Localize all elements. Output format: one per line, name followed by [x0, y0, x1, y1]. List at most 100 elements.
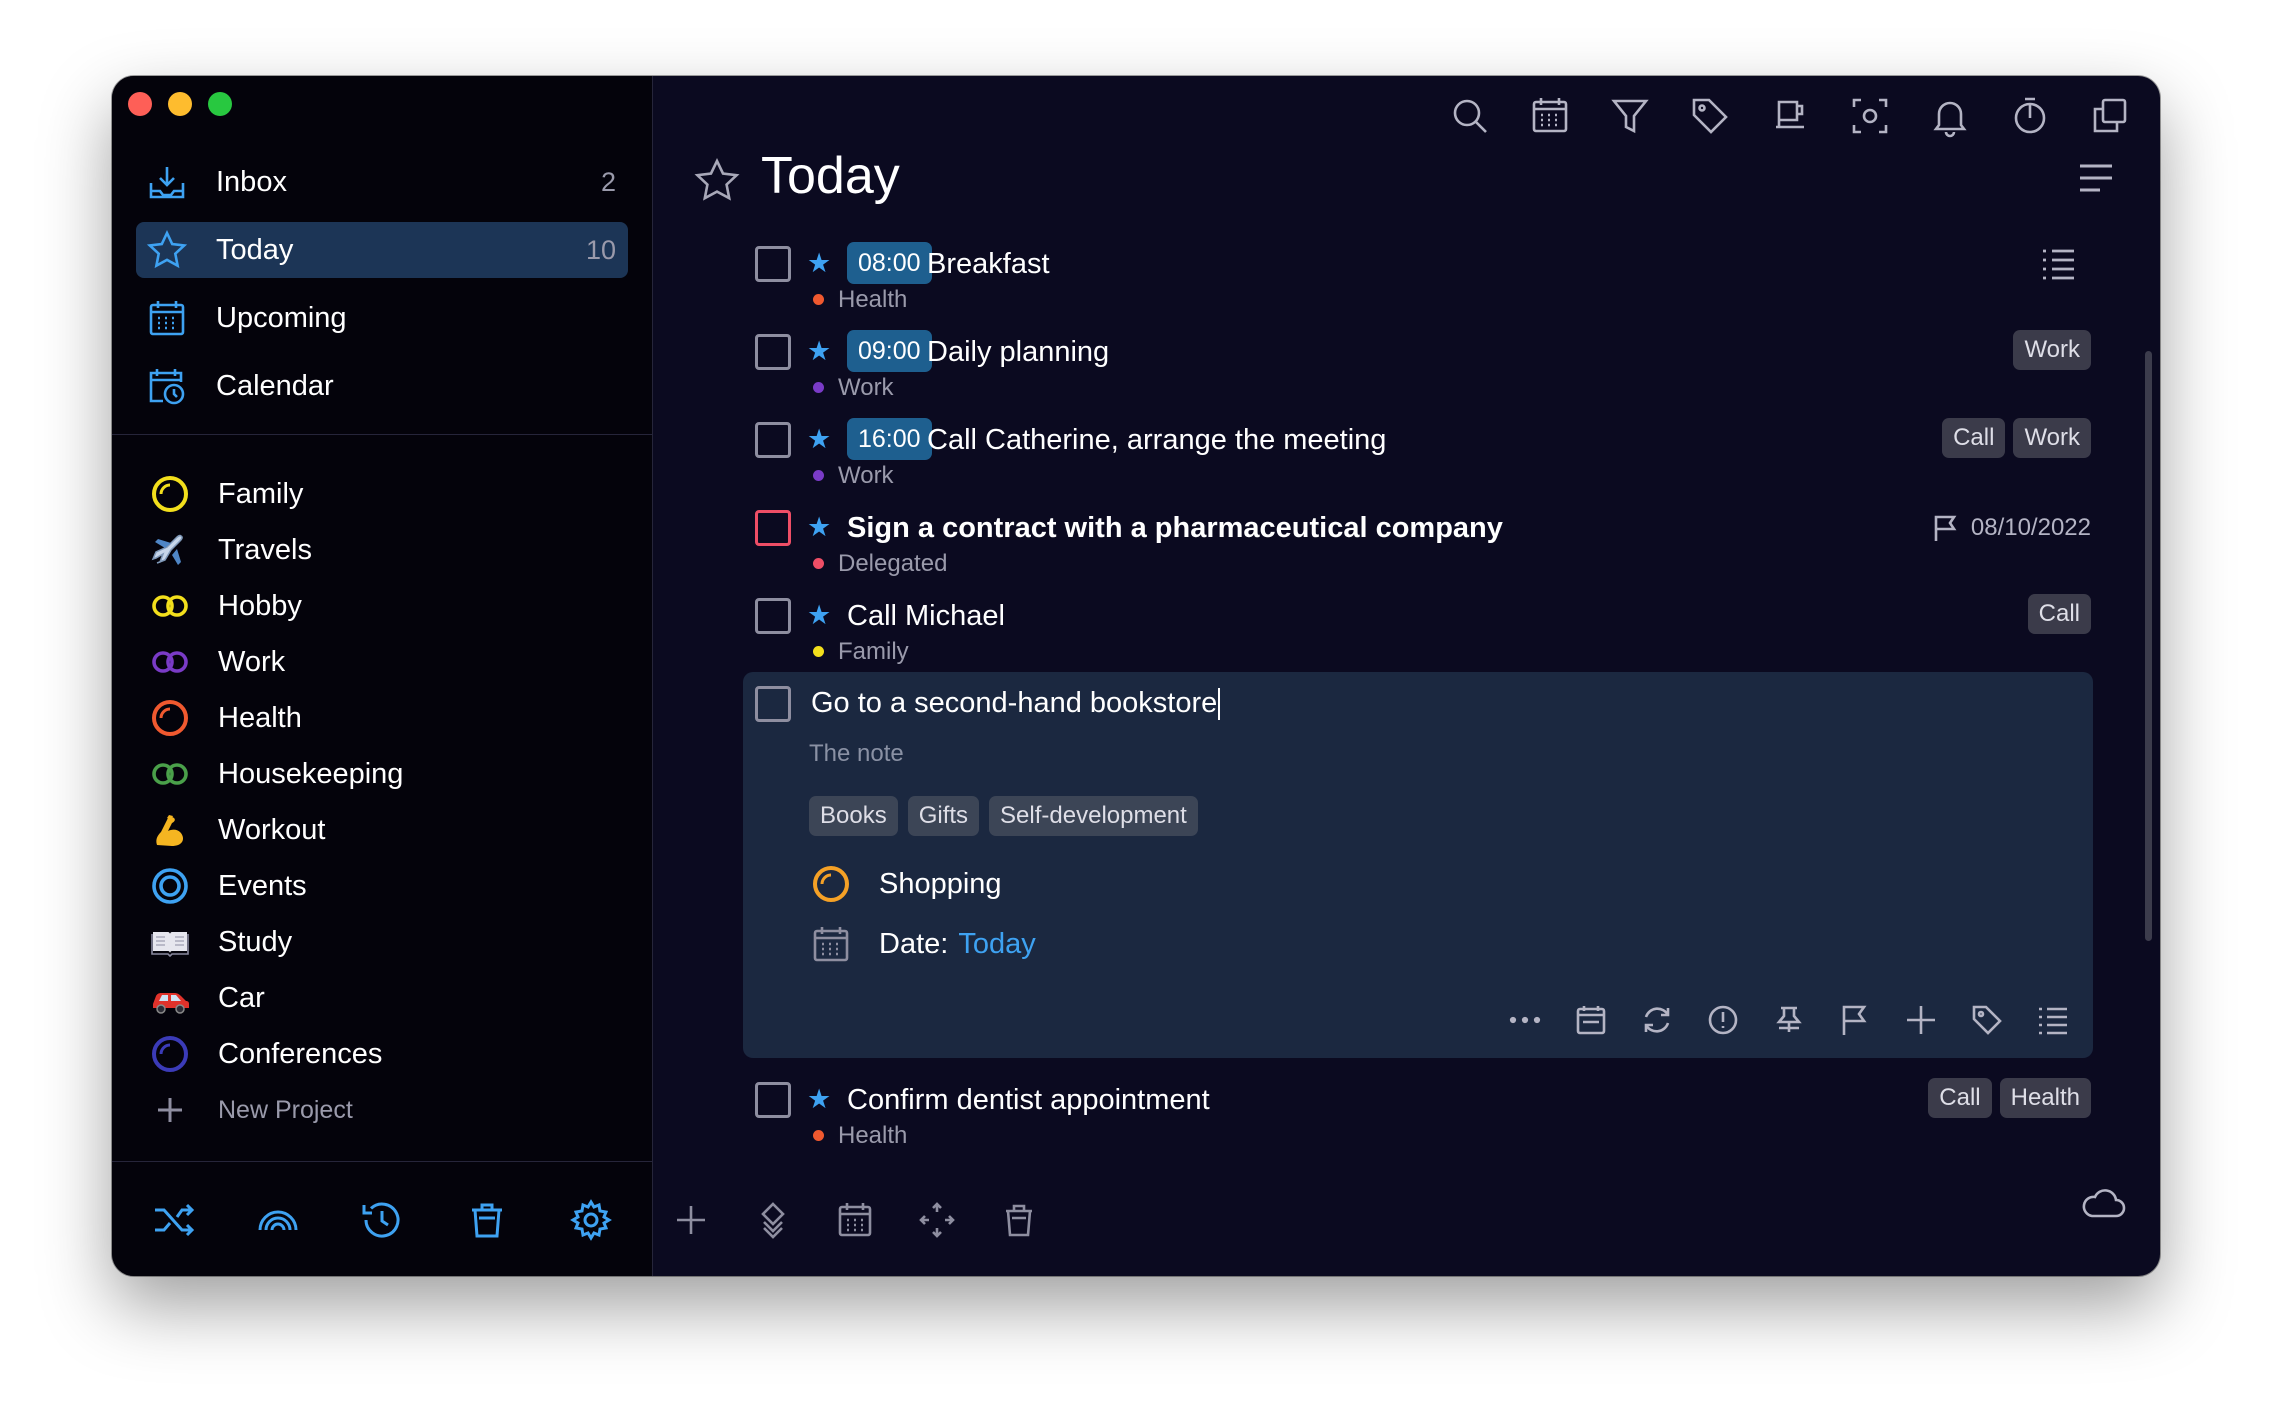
project-work[interactable]: Work — [148, 634, 628, 690]
move-icon[interactable] — [1903, 1002, 1939, 1038]
shuffle-icon[interactable] — [151, 1197, 197, 1243]
project-workout[interactable]: Workout — [148, 802, 628, 858]
tag-chip[interactable]: Call — [1928, 1078, 1992, 1118]
star-icon[interactable]: ★ — [807, 1084, 831, 1115]
rainbow-icon[interactable] — [255, 1197, 301, 1243]
filter-icon[interactable] — [1608, 94, 1652, 138]
nav-item-label: Upcoming — [216, 301, 347, 334]
project-study[interactable]: Study — [148, 914, 628, 970]
main-panel: Today ★ 08:00 Breakfast Health ★ 09:00 D… — [653, 76, 2160, 1276]
project-conferences[interactable]: Conferences — [148, 1026, 628, 1082]
project-hobby[interactable]: Hobby — [148, 578, 628, 634]
calendar-icon[interactable] — [1573, 1002, 1609, 1038]
trash-icon[interactable] — [464, 1197, 510, 1243]
more-icon[interactable] — [1507, 1002, 1543, 1038]
checklist-icon[interactable] — [2035, 1002, 2071, 1038]
close-window-button[interactable] — [128, 92, 152, 116]
someday-icon[interactable] — [1768, 94, 1812, 138]
task-row[interactable]: ★ Call Michael Family Call — [755, 594, 2091, 684]
checklist-icon[interactable] — [2037, 242, 2079, 289]
task-checkbox[interactable] — [755, 598, 791, 634]
task-tags: Call Work — [1942, 418, 2091, 458]
calendar-grid-icon[interactable] — [835, 1200, 875, 1240]
task-title-input[interactable]: Go to a second-hand bookstore — [811, 682, 1221, 724]
project-list: Family Travels Hobby Work Health Houseke… — [148, 466, 628, 1138]
task-title: Call Catherine, arrange the meeting — [927, 424, 1387, 456]
project-housekeeping[interactable]: Housekeeping — [148, 746, 628, 802]
star-icon[interactable]: ★ — [807, 248, 831, 279]
sidebar-divider — [112, 434, 653, 435]
task-row[interactable]: ★ 08:00 Breakfast Health — [755, 242, 2091, 332]
project-family[interactable]: Family — [148, 466, 628, 522]
menu-icon[interactable] — [2076, 158, 2116, 203]
star-icon[interactable]: ★ — [807, 600, 831, 631]
tag-icon[interactable] — [1969, 1002, 2005, 1038]
task-row[interactable]: ★ 16:00 Call Catherine, arrange the meet… — [755, 418, 2091, 508]
project-events[interactable]: Events — [148, 858, 628, 914]
nav-item-today[interactable]: Today 10 — [136, 222, 628, 278]
task-project-label: Delegated — [838, 550, 948, 577]
editor-date-row[interactable]: Date: Today — [809, 922, 1036, 966]
task-project: Health — [813, 1120, 907, 1152]
task-row[interactable]: ★ 09:00 Daily planning Work Work — [755, 330, 2091, 420]
nav-item-calendar[interactable]: Calendar — [136, 358, 628, 414]
minimize-window-button[interactable] — [168, 92, 192, 116]
project-label: Study — [218, 925, 293, 958]
flag-icon[interactable] — [1837, 1002, 1873, 1038]
priority-icon[interactable] — [1705, 1002, 1741, 1038]
date-value-link[interactable]: Today — [958, 928, 1035, 961]
double-ring-icon — [148, 640, 192, 684]
task-checkbox[interactable] — [755, 510, 791, 546]
bell-icon[interactable] — [1928, 94, 1972, 138]
project-health[interactable]: Health — [148, 690, 628, 746]
task-checkbox[interactable] — [755, 246, 791, 282]
project-dot — [813, 382, 824, 393]
tag-chip[interactable]: Self-development — [989, 796, 1198, 836]
nav-item-inbox[interactable]: Inbox 2 — [136, 154, 628, 210]
tag-chip[interactable]: Gifts — [907, 796, 980, 836]
pin-icon[interactable] — [1771, 1002, 1807, 1038]
project-label: Family — [218, 477, 304, 510]
tag-chip[interactable]: Books — [809, 796, 898, 836]
add-task-icon[interactable] — [671, 1200, 711, 1240]
arrows-move-icon[interactable] — [917, 1200, 957, 1240]
page-title: Today — [761, 147, 900, 205]
tag-chip[interactable]: Work — [2013, 418, 2091, 458]
task-checkbox[interactable] — [755, 1082, 791, 1118]
task-note-input[interactable]: The note — [809, 736, 904, 772]
project-car[interactable]: Car — [148, 970, 628, 1026]
timer-icon[interactable] — [2008, 94, 2052, 138]
tag-icon[interactable] — [1688, 94, 1732, 138]
task-row[interactable]: ★ Sign a contract with a pharmaceutical … — [755, 508, 2091, 596]
star-icon[interactable]: ★ — [807, 512, 831, 543]
task-checkbox[interactable] — [755, 686, 791, 722]
target-ring-icon — [148, 864, 192, 908]
task-checkbox[interactable] — [755, 334, 791, 370]
duplicate-icon[interactable] — [2088, 94, 2132, 138]
tag-chip[interactable]: Health — [1999, 1078, 2091, 1118]
cloud-sync-icon[interactable] — [2080, 1182, 2126, 1233]
tag-chip[interactable]: Call — [1942, 418, 2006, 458]
focus-icon[interactable] — [1848, 94, 1892, 138]
task-row[interactable]: ★ Confirm dentist appointment Health Cal… — [755, 1078, 2091, 1168]
star-icon[interactable]: ★ — [807, 336, 831, 367]
new-project-button[interactable]: New Project — [148, 1082, 628, 1138]
scrollbar[interactable] — [2145, 351, 2152, 941]
star-icon[interactable]: ★ — [807, 424, 831, 455]
repeat-icon[interactable] — [1639, 1002, 1675, 1038]
move-diamond-icon[interactable] — [753, 1200, 793, 1240]
history-icon[interactable] — [359, 1197, 405, 1243]
search-icon[interactable] — [1448, 94, 1492, 138]
gear-icon[interactable] — [568, 1197, 614, 1243]
due-date[interactable]: 08/10/2022 — [1931, 508, 2091, 548]
tag-chip[interactable]: Work — [2013, 330, 2091, 370]
star-icon[interactable] — [693, 156, 741, 204]
editor-project-row[interactable]: Shopping — [809, 862, 1002, 906]
tag-chip[interactable]: Call — [2027, 594, 2091, 634]
calendar-grid-icon[interactable] — [1528, 94, 1572, 138]
task-checkbox[interactable] — [755, 422, 791, 458]
project-travels[interactable]: Travels — [148, 522, 628, 578]
zoom-window-button[interactable] — [208, 92, 232, 116]
nav-item-upcoming[interactable]: Upcoming — [136, 290, 628, 346]
trash-icon[interactable] — [999, 1200, 1039, 1240]
